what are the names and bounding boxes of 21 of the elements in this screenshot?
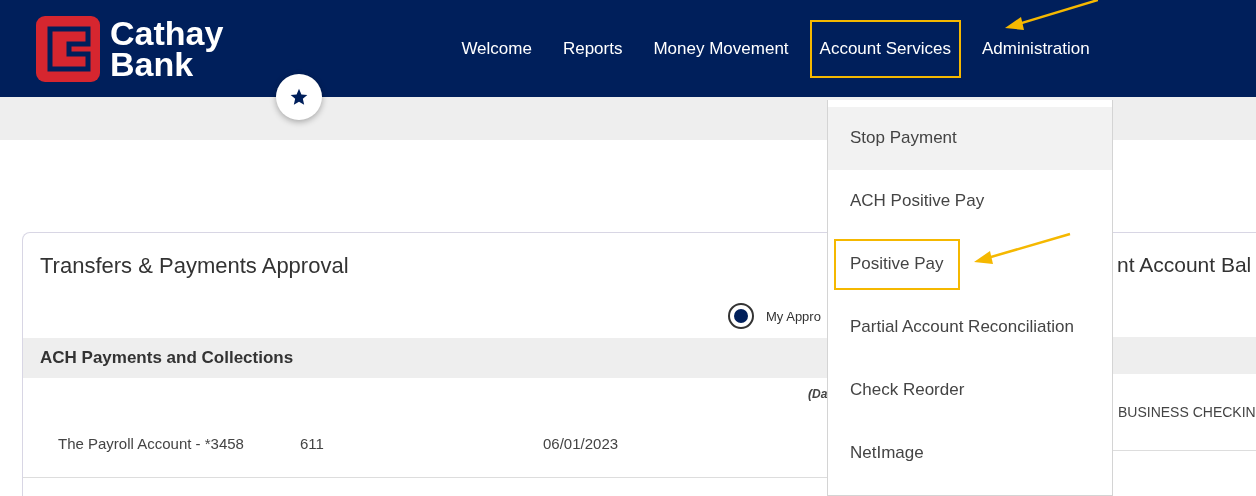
nav-item[interactable]: Administration <box>971 19 1100 78</box>
table-cell: BUSINESS CHECKIN <box>1118 404 1256 420</box>
column-note: (Da <box>808 387 828 401</box>
table-cell-text: 611 <box>300 434 325 452</box>
table-cell: 06/01/2023 <box>543 434 619 452</box>
card-title: Transfers & Payments Approval <box>40 253 349 278</box>
nav-item[interactable]: Welcome <box>451 19 542 78</box>
favorites-button[interactable] <box>276 74 322 120</box>
menu-item[interactable]: NetImage <box>834 428 940 479</box>
nav-item[interactable]: Reports <box>552 19 633 78</box>
menu-item[interactable]: ACH Positive Pay <box>834 176 1001 227</box>
nav-item[interactable]: Account Services <box>809 19 961 78</box>
nav-item[interactable]: Money Movement <box>643 19 799 78</box>
star-icon <box>289 87 309 107</box>
logo-icon <box>36 15 100 82</box>
card-title: nt Account Bal <box>1117 253 1252 276</box>
radio-label: My Appro <box>766 308 821 324</box>
radio-button[interactable] <box>728 303 754 329</box>
table-cell-text: The Payroll Account - *3458 <box>58 434 245 452</box>
menu-item[interactable]: Positive Pay <box>834 239 960 290</box>
logo-text: Bank <box>110 48 194 80</box>
